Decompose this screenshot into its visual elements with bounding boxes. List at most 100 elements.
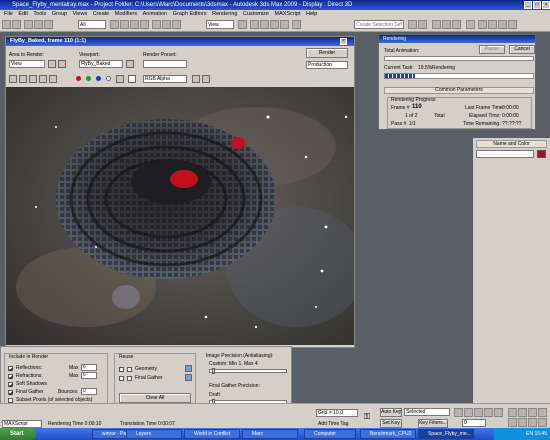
monochrome-icon[interactable] — [116, 75, 124, 83]
select-object-icon[interactable] — [110, 20, 119, 29]
frame-window-close-icon[interactable]: × — [340, 38, 347, 45]
image-precision-slider[interactable] — [209, 368, 287, 374]
scale-icon[interactable] — [172, 20, 181, 29]
menu-item[interactable]: Animation — [143, 11, 167, 17]
blue-channel-icon[interactable] — [96, 76, 101, 81]
edit-named-selection-icon[interactable] — [292, 20, 301, 29]
copy-image-icon[interactable] — [19, 75, 27, 83]
object-color-swatch[interactable] — [537, 150, 546, 158]
name-and-color-rollout[interactable]: Name and Color — [476, 140, 547, 148]
render-button[interactable]: Render — [306, 48, 348, 58]
taskbar-item[interactable]: Computer — [304, 429, 356, 439]
menu-item[interactable]: MAXScript — [275, 11, 301, 17]
maximize-icon[interactable]: □ — [533, 1, 541, 9]
lock-viewport-icon[interactable] — [126, 60, 134, 68]
field-of-view-icon[interactable] — [508, 418, 517, 427]
menu-item[interactable]: Customize — [243, 11, 269, 17]
unlink-icon[interactable] — [34, 20, 43, 29]
swatch-color[interactable] — [128, 75, 136, 83]
image-precision-slider-thumb[interactable] — [212, 368, 215, 374]
rotate-icon[interactable] — [162, 20, 171, 29]
viewport-dropdown[interactable]: FlyBy_Baked — [79, 60, 123, 68]
selected-dropdown[interactable]: Selected — [404, 408, 450, 416]
align-icon[interactable] — [418, 20, 427, 29]
spinner-snap-icon[interactable] — [280, 20, 289, 29]
start-button[interactable]: Start — [0, 428, 36, 440]
taskbar-item[interactable]: World in Conflict — [184, 429, 240, 439]
save-image-icon[interactable] — [9, 75, 17, 83]
menu-item[interactable]: File — [4, 11, 13, 17]
print-image-icon[interactable] — [39, 75, 47, 83]
bounces-field[interactable]: 0 — [81, 388, 97, 395]
pivot-icon[interactable] — [238, 20, 247, 29]
clear-all-button[interactable]: Clear All — [119, 393, 191, 403]
common-parameters-rollout[interactable]: Common Parameters — [384, 87, 534, 94]
refractions-checkbox[interactable] — [8, 374, 13, 379]
final-gather-checkbox[interactable] — [8, 390, 13, 395]
move-icon[interactable] — [152, 20, 161, 29]
layer-manager-icon[interactable] — [432, 20, 441, 29]
close-icon[interactable]: × — [542, 1, 550, 9]
menu-item[interactable]: Help — [306, 11, 317, 17]
auto-key-button[interactable]: Auto Key — [380, 408, 402, 417]
object-name-field[interactable] — [476, 150, 534, 158]
edit-region-icon[interactable] — [48, 60, 56, 68]
toggle-ui-overlay-icon[interactable] — [192, 75, 200, 83]
menu-item[interactable]: Views — [73, 11, 88, 17]
menu-item[interactable]: Graph Editors — [173, 11, 207, 17]
zoom-icon[interactable] — [508, 408, 517, 417]
reuse-geometry-lock-icon[interactable] — [119, 367, 124, 372]
menu-item[interactable]: Modifiers — [115, 11, 137, 17]
cancel-button[interactable]: Cancel — [509, 45, 535, 54]
redo-icon[interactable] — [12, 20, 21, 29]
go-to-start-icon[interactable] — [454, 408, 463, 417]
snap-icon[interactable] — [250, 20, 259, 29]
toggle-ui-icon[interactable] — [202, 75, 210, 83]
next-frame-icon[interactable] — [484, 408, 493, 417]
menu-item[interactable]: Tools — [33, 11, 46, 17]
taskbar-item[interactable]: Layers — [126, 429, 182, 439]
menu-item[interactable]: Edit — [18, 11, 27, 17]
orbit-icon[interactable] — [528, 418, 537, 427]
region-select-icon[interactable] — [130, 20, 139, 29]
menu-item[interactable]: Rendering — [212, 11, 237, 17]
rendered-frame-window-icon[interactable] — [488, 20, 497, 29]
maximize-viewport-icon[interactable] — [538, 418, 547, 427]
minimize-icon[interactable]: _ — [524, 1, 532, 9]
render-setup-icon[interactable] — [478, 20, 487, 29]
named-selection-set-field[interactable]: Create Selection Set — [354, 20, 404, 29]
percent-snap-icon[interactable] — [270, 20, 279, 29]
add-time-tag[interactable]: Add Time Tag — [318, 421, 348, 427]
taskbar-item[interactable]: Marc — [242, 429, 298, 439]
menu-item[interactable]: Create — [93, 11, 110, 17]
clear-image-icon[interactable] — [49, 75, 57, 83]
reuse-final-gather-checkbox[interactable] — [127, 376, 132, 381]
set-key-button[interactable]: Set Key — [380, 419, 402, 428]
render-production-icon[interactable] — [498, 20, 507, 29]
pause-button[interactable]: Pause — [479, 45, 505, 54]
auto-region-icon[interactable] — [58, 60, 66, 68]
menu-item[interactable]: Group — [52, 11, 67, 17]
curve-editor-icon[interactable] — [442, 20, 451, 29]
maxscript-listener[interactable]: MAXScript — [2, 420, 42, 428]
display-channel-dropdown[interactable]: RGB Alpha — [143, 75, 187, 83]
reflections-checkbox[interactable] — [8, 366, 13, 371]
current-frame-field[interactable]: 0 — [462, 419, 486, 427]
mirror-icon[interactable] — [408, 20, 417, 29]
schematic-view-icon[interactable] — [452, 20, 461, 29]
alpha-channel-icon[interactable] — [106, 76, 111, 81]
geometry-refresh-icon[interactable] — [185, 365, 192, 372]
reuse-geometry-checkbox[interactable] — [127, 367, 132, 372]
render-preset-dropdown[interactable] — [143, 60, 187, 68]
clone-window-icon[interactable] — [29, 75, 37, 83]
zoom-extents-icon[interactable] — [528, 408, 537, 417]
production-dropdown[interactable]: Production — [306, 61, 348, 69]
green-channel-icon[interactable] — [86, 76, 91, 81]
reference-coordinate-dropdown[interactable]: View — [206, 20, 234, 29]
bind-spacewarp-icon[interactable] — [44, 20, 53, 29]
final-gather-refresh-icon[interactable] — [185, 374, 192, 381]
play-icon[interactable] — [474, 408, 483, 417]
previous-frame-icon[interactable] — [464, 408, 473, 417]
material-editor-icon[interactable] — [466, 20, 475, 29]
red-channel-icon[interactable] — [76, 76, 81, 81]
